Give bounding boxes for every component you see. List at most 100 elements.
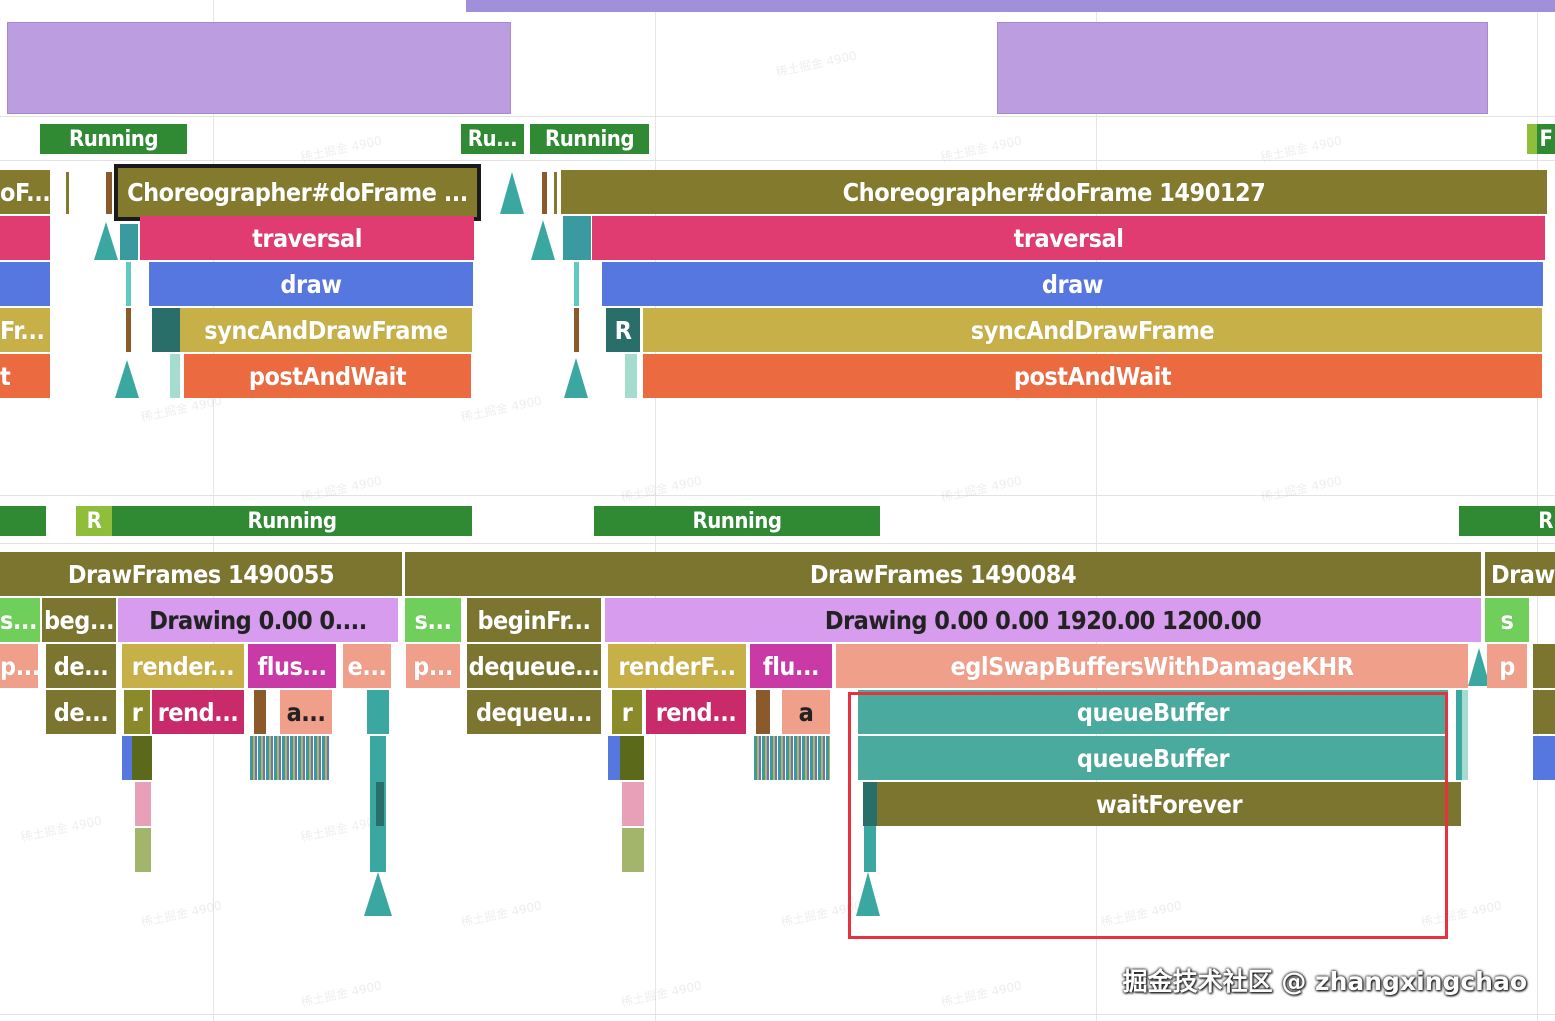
slice-render-node[interactable]: rend... [152, 690, 244, 734]
slice-thin[interactable] [754, 736, 830, 780]
slice-post-and-wait[interactable]: postAndWait [184, 354, 471, 398]
slice-thin[interactable] [574, 262, 579, 306]
track-separator [0, 1014, 1555, 1015]
slice-traversal-clipped[interactable] [0, 216, 50, 260]
slice-traversal[interactable]: traversal [140, 216, 474, 260]
thread-state-runnable[interactable]: R [76, 506, 112, 536]
slice-drawframes[interactable]: DrawFrames 1490084 [405, 552, 1481, 596]
slice-draw-clipped[interactable] [0, 262, 50, 306]
slice-thin[interactable] [574, 308, 579, 352]
slice-small[interactable]: r [612, 690, 642, 734]
slice-render[interactable]: renderF... [608, 644, 746, 688]
flow-arrow-icon[interactable] [364, 872, 392, 916]
slice-dequeue[interactable]: de... [46, 644, 116, 688]
slice-small[interactable]: p... [406, 644, 460, 688]
slice-label: rend... [157, 697, 239, 727]
slice-thin[interactable] [622, 782, 644, 826]
slice-small[interactable]: a... [280, 690, 332, 734]
slice-small[interactable] [625, 354, 637, 398]
slice-thin[interactable] [542, 172, 547, 214]
thread-state-running[interactable]: Running [40, 124, 187, 154]
slice-thin[interactable] [135, 828, 151, 872]
slice-thin[interactable] [1533, 736, 1555, 780]
slice-dequeue[interactable]: dequeue... [467, 644, 601, 688]
slice-dequeue[interactable]: de... [46, 690, 116, 734]
slice-label: beginFr... [477, 605, 591, 635]
flow-arrow-icon[interactable] [531, 220, 555, 260]
slice-sync-and-draw-frame[interactable]: syncAndDrawFrame [180, 308, 472, 352]
flow-arrow-icon[interactable] [94, 222, 118, 260]
slice-draw[interactable]: draw [149, 262, 473, 306]
slice-small[interactable]: s... [405, 598, 461, 642]
thread-state-running[interactable]: Running [594, 506, 880, 536]
slice-small[interactable]: r [124, 690, 150, 734]
slice-drawing[interactable]: Drawing 0.00 0.00 1920.00 1200.00 [605, 598, 1481, 642]
thread-state-running[interactable]: F [1537, 124, 1555, 154]
slice-choreographer-clipped[interactable]: oF... [0, 170, 50, 214]
slice-thin[interactable] [254, 690, 266, 734]
slice-small[interactable] [563, 216, 591, 260]
slice-drawframes[interactable]: DrawFrames 1490055 [0, 552, 402, 596]
cpu-slice[interactable] [997, 22, 1488, 114]
slice-thin[interactable] [554, 172, 557, 214]
slice-thin[interactable] [126, 262, 131, 306]
thread-state-running[interactable]: R [1459, 506, 1555, 536]
slice-flush[interactable]: flus... [248, 644, 336, 688]
slice-flush[interactable]: flu... [750, 644, 832, 688]
slice-thin[interactable] [622, 828, 644, 872]
slice-dequeue[interactable]: dequeu... [467, 690, 601, 734]
slice-begin-frame[interactable]: beg... [42, 598, 116, 642]
slice-post-and-wait[interactable]: postAndWait [643, 354, 1542, 398]
slice-thin[interactable] [135, 782, 151, 826]
slice-thin[interactable] [66, 172, 69, 214]
slice-thin[interactable] [126, 308, 131, 352]
slice-thin[interactable] [132, 736, 152, 780]
slice-thin[interactable] [376, 782, 384, 826]
slice-render-node[interactable]: rend... [646, 690, 746, 734]
slice-small[interactable]: s... [0, 598, 40, 642]
thread-state-running[interactable]: Running [112, 506, 472, 536]
slice-label: draw [280, 269, 342, 299]
slice-small[interactable]: p... [0, 644, 38, 688]
slice-egl[interactable]: e... [343, 644, 391, 688]
slice-post-clipped[interactable]: t [0, 354, 50, 398]
slice-traversal[interactable]: traversal [592, 216, 1545, 260]
perfetto-trace-view: 稀土掘金 4900 稀土掘金 4900 稀土掘金 4900 稀土掘金 4900 … [0, 0, 1555, 1021]
flow-arrow-icon[interactable] [115, 360, 139, 398]
thread-state-running[interactable]: Ru... [461, 124, 524, 154]
slice-thin[interactable] [1533, 644, 1555, 688]
slice-drawing[interactable]: Drawing 0.00 0.... [118, 598, 398, 642]
slice-sync-and-draw-frame[interactable]: syncAndDrawFrame [643, 308, 1542, 352]
slice-small[interactable] [170, 354, 180, 398]
thread-state-running[interactable] [0, 506, 46, 536]
slice-thin[interactable] [620, 736, 644, 780]
slice-thin[interactable] [106, 172, 112, 214]
thread-state-label: F [1539, 126, 1553, 152]
slice-begin-frame[interactable]: beginFr... [467, 598, 601, 642]
slice-drawframes[interactable]: Draw [1485, 552, 1555, 596]
cpu-slice[interactable] [7, 22, 511, 114]
slice-choreographer-doframe-selected[interactable]: Choreographer#doFrame ... [114, 164, 481, 221]
cpu-slice[interactable] [466, 0, 1555, 12]
flow-arrow-icon[interactable] [500, 172, 524, 214]
slice-label: p... [0, 651, 38, 681]
slice-thin[interactable] [250, 736, 330, 780]
slice-draw[interactable]: draw [602, 262, 1543, 306]
slice-sync-clipped[interactable]: Fr... [0, 308, 50, 352]
slice-thin[interactable] [1533, 690, 1555, 734]
flow-arrow-icon[interactable] [564, 358, 588, 398]
slice-small-r[interactable]: R [606, 308, 640, 352]
slice-small[interactable]: p [1487, 644, 1527, 688]
slice-render[interactable]: render... [122, 644, 244, 688]
slice-choreographer-doframe[interactable]: Choreographer#doFrame 1490127 [561, 170, 1547, 214]
slice-small[interactable]: a [782, 690, 830, 734]
slice-small[interactable]: s [1485, 598, 1529, 642]
thread-state-runnable[interactable] [1527, 124, 1537, 154]
thread-state-running[interactable]: Running [530, 124, 649, 154]
slice-small[interactable] [120, 224, 138, 260]
slice-egl-swap-buffers[interactable]: eglSwapBuffersWithDamageKHR [836, 644, 1468, 688]
slice-thin[interactable] [756, 690, 770, 734]
slice-small[interactable] [367, 690, 389, 734]
slice-small[interactable] [152, 308, 180, 352]
slice-thin[interactable] [1462, 690, 1468, 780]
